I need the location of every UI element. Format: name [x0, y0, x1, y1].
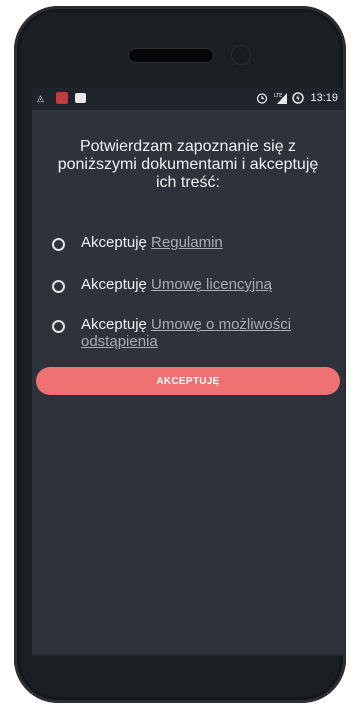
- status-time: 13:19: [310, 92, 338, 104]
- earpiece-speaker: [128, 48, 214, 63]
- status-bar: ◬ LTE 13:19: [32, 88, 344, 110]
- consent-heading-line: ich treść:: [155, 174, 220, 191]
- svg-text:LTE: LTE: [274, 93, 282, 99]
- consent-item-label: Akceptuję Umowę o możliwości odstąpienia: [81, 316, 342, 350]
- bbm-icon: [75, 93, 86, 103]
- alarm-icon: [256, 92, 268, 104]
- radio-button[interactable]: [52, 238, 65, 251]
- license-link[interactable]: Umowę licencyjną: [151, 276, 272, 293]
- app-screen: ◬ LTE 13:19 Potwierdzam zapoznanie się z…: [32, 88, 344, 656]
- battery-charging-icon: [292, 92, 305, 104]
- consent-heading: Potwierdzam zapoznanie się z poniższymi …: [32, 138, 344, 192]
- app-notification-icon: [56, 92, 68, 104]
- consent-item-withdrawal[interactable]: Akceptuję Umowę o możliwości odstąpienia: [52, 316, 342, 350]
- consent-item-prefix: Akceptuję: [81, 316, 152, 333]
- consent-item-prefix: Akceptuję: [81, 276, 152, 293]
- consent-item-label: Akceptuję Umowę licencyjną: [81, 276, 272, 293]
- accept-button[interactable]: AKCEPTUJĘ: [36, 367, 340, 395]
- terms-link[interactable]: Regulamin: [151, 234, 223, 251]
- radio-button[interactable]: [52, 280, 65, 293]
- consent-item-prefix: Akceptuję: [81, 234, 152, 251]
- navigation-bar: [32, 654, 344, 656]
- consent-item-license[interactable]: Akceptuję Umowę licencyjną: [52, 276, 342, 293]
- signal-data-icon: ◬: [37, 93, 44, 103]
- consent-item-label: Akceptuję Regulamin: [81, 234, 223, 251]
- consent-heading-line: poniższymi dokumentami i akceptuję: [57, 156, 319, 173]
- consent-item-terms[interactable]: Akceptuję Regulamin: [52, 234, 342, 251]
- radio-button[interactable]: [52, 320, 65, 333]
- consent-heading-line: Potwierdzam zapoznanie się z: [79, 138, 297, 155]
- front-camera: [231, 45, 251, 65]
- lte-signal-icon: LTE: [274, 92, 288, 104]
